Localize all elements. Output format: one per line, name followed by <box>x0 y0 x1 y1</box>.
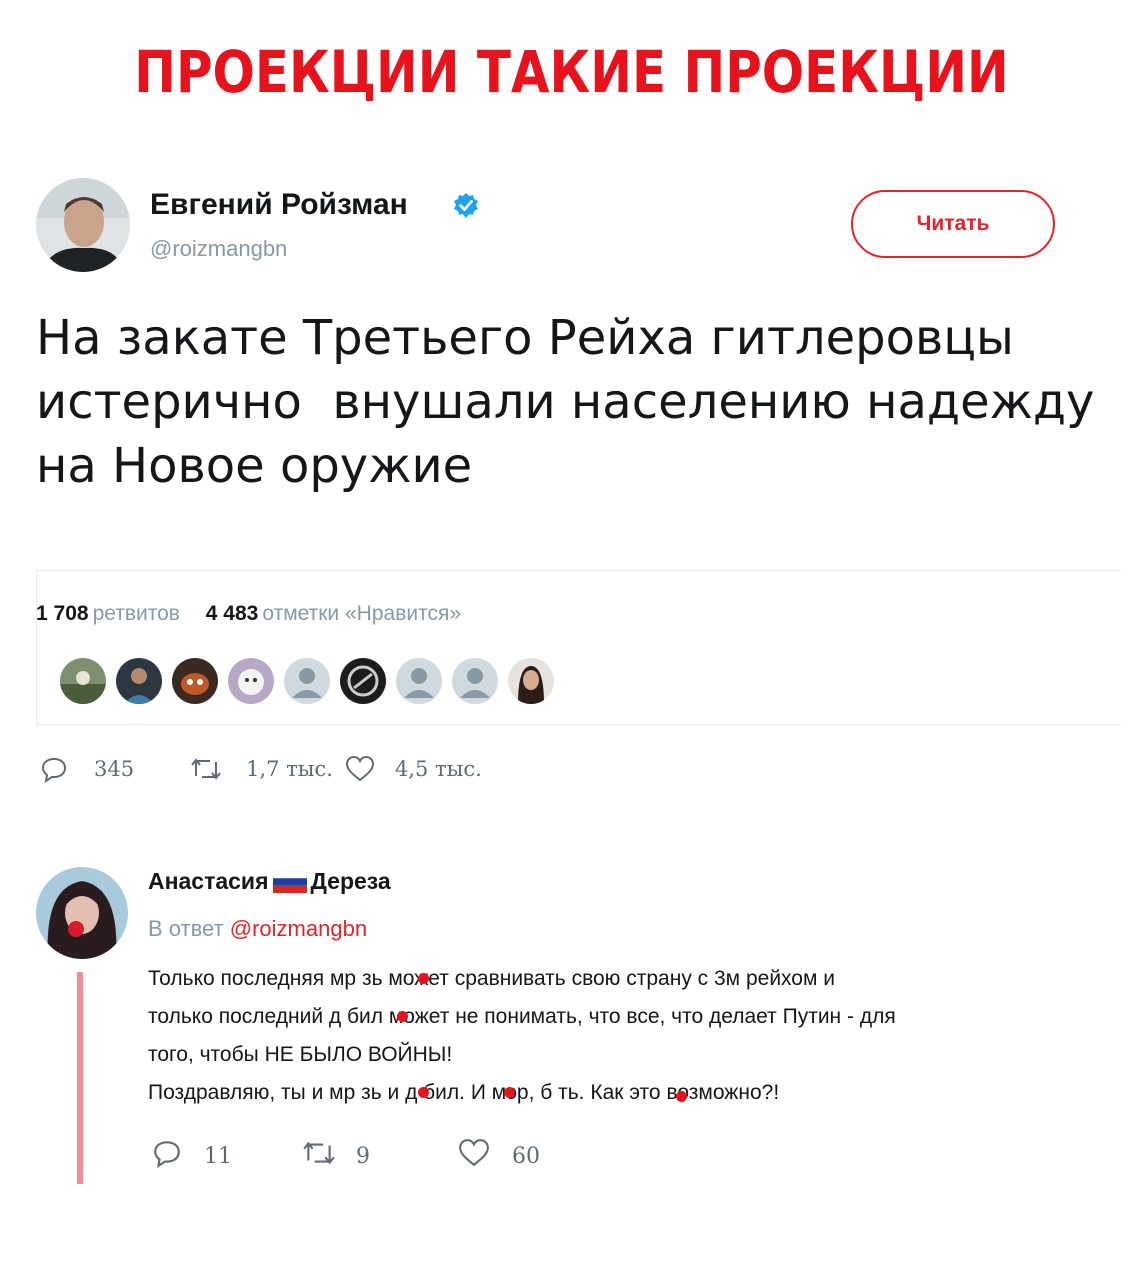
heart-icon <box>458 1138 490 1174</box>
reply-author-first-name: Анастасия <box>148 868 269 894</box>
retweet-count: 1,7 тыс. <box>246 757 333 781</box>
tweet-text-line: На закате Третьего Рейха гитлеровцы <box>36 310 1014 366</box>
reply-icon <box>40 755 68 783</box>
tweet-actions: 345 1,7 тыс. 4,5 тыс. <box>40 755 482 783</box>
liker-avatar[interactable] <box>60 658 106 704</box>
meme-headline: ПРОЕКЦИИ ТАКИЕ ПРОЕКЦИИ <box>134 38 1009 106</box>
divider <box>36 570 1121 571</box>
liker-avatar[interactable] <box>508 658 554 704</box>
censor-dot <box>676 1091 687 1102</box>
liker-avatar[interactable] <box>116 658 162 704</box>
retweet-icon <box>190 756 222 782</box>
reply-icon <box>152 1138 182 1174</box>
censor-dot <box>397 1011 408 1022</box>
liker-avatar[interactable] <box>228 658 274 704</box>
reply-text-line: Поздравляю, ты и мр зь и д бил. И мэр, б… <box>148 1081 780 1104</box>
tweet-text-line: истерично внушали населению надежду <box>36 374 1095 430</box>
reply-text: Только последняя мр зь может сравнивать … <box>148 960 1118 1112</box>
liker-avatar[interactable] <box>172 658 218 704</box>
default-avatar-icon[interactable] <box>284 658 330 704</box>
default-avatar-icon[interactable] <box>452 658 498 704</box>
reply-text-line: только последний д бил может не понимать… <box>148 1005 896 1028</box>
divider <box>36 570 37 725</box>
follow-button[interactable]: Читать <box>851 190 1055 258</box>
reply-mention-link[interactable]: @roizmangbn <box>230 916 367 941</box>
retweet-count: 9 <box>356 1143 370 1169</box>
reply-context: В ответ @roizmangbn <box>148 916 367 942</box>
like-action[interactable]: 4,5 тыс. <box>345 755 482 783</box>
like-count: 60 <box>512 1143 540 1169</box>
retweets-count[interactable]: 1 708 <box>36 602 89 625</box>
reply-count: 345 <box>94 757 135 781</box>
liker-avatars <box>60 658 554 704</box>
author-name[interactable]: Евгений Ройзман <box>150 188 408 222</box>
like-action[interactable]: 60 <box>458 1138 540 1174</box>
reply-count: 11 <box>204 1143 232 1169</box>
retweet-action[interactable]: 1,7 тыс. <box>190 756 333 782</box>
reply-author-last-name: Дереза <box>310 868 391 894</box>
retweet-icon <box>302 1139 336 1173</box>
reply-text-line: того, чтобы НЕ БЫЛО ВОЙНЫ! <box>148 1043 453 1066</box>
reply-action[interactable]: 345 <box>40 755 134 783</box>
like-count: 4,5 тыс. <box>394 757 482 781</box>
reply-prefix: В ответ <box>148 916 224 941</box>
reply-author-name[interactable]: Анастасия Дереза <box>148 868 391 895</box>
reply-author-avatar[interactable] <box>36 867 128 959</box>
verified-badge-icon <box>452 192 480 220</box>
tweet-stats: 1 708 ретвитов 4 483 отметки «Нравится» <box>36 602 481 626</box>
author-handle[interactable]: @roizmangbn <box>150 236 287 262</box>
censor-dot <box>418 973 429 984</box>
retweets-label[interactable]: ретвитов <box>93 602 180 625</box>
likes-count[interactable]: 4 483 <box>206 602 259 625</box>
tweet-text: На закате Третьего Рейха гитлеровцы исте… <box>36 306 1096 498</box>
reply-text-line: Только последняя мр зь может сравнивать … <box>148 967 835 990</box>
liker-avatar[interactable] <box>340 658 386 704</box>
reply-action[interactable]: 11 <box>152 1138 232 1174</box>
russian-flag-icon <box>272 870 307 893</box>
censor-dot <box>504 1087 515 1098</box>
retweet-action[interactable]: 9 <box>302 1139 370 1173</box>
divider <box>36 724 1121 725</box>
heart-icon <box>345 755 375 783</box>
tweet-text-line: на Новое оружие <box>36 438 473 494</box>
reply-actions: 11 9 60 <box>152 1138 540 1174</box>
likes-label[interactable]: отметки «Нравится» <box>262 602 461 625</box>
default-avatar-icon[interactable] <box>396 658 442 704</box>
author-avatar[interactable] <box>36 178 130 272</box>
censor-dot <box>418 1087 429 1098</box>
thread-line <box>77 972 83 1184</box>
